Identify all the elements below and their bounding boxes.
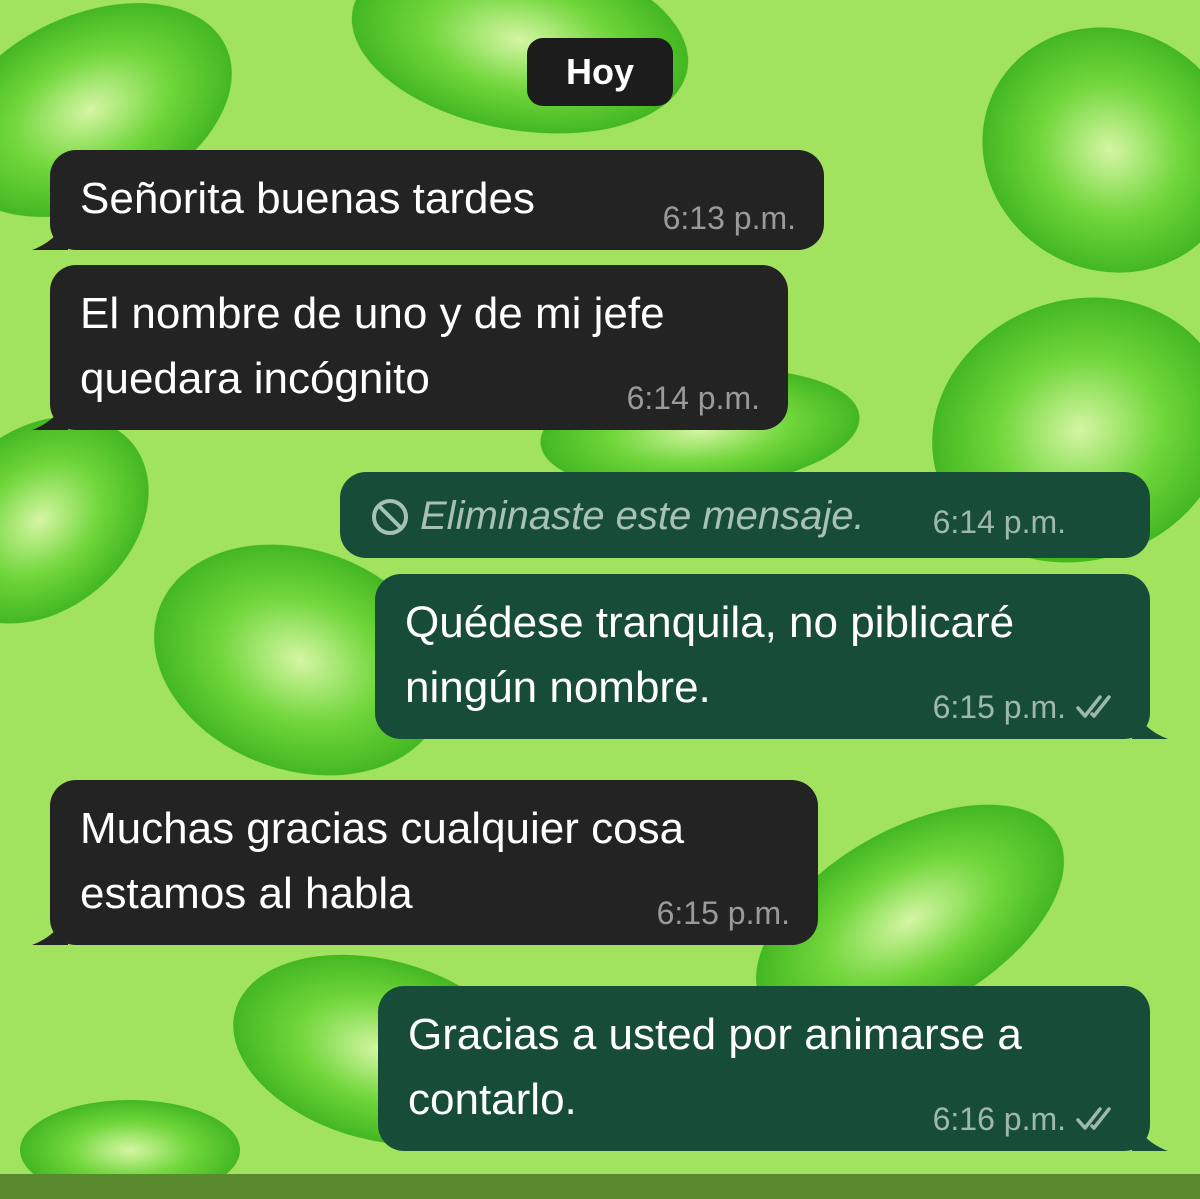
bubble-tail (1132, 1121, 1168, 1151)
message-meta: 6:14 p.m. (933, 504, 1066, 540)
message-meta: 6:13 p.m. (663, 200, 796, 236)
date-separator: Hoy (527, 38, 673, 106)
message-time: 6:16 p.m. (932, 1101, 1066, 1137)
bubble-tail (32, 915, 68, 945)
ban-icon (372, 498, 408, 535)
bubble-tail (32, 220, 68, 250)
double-check-icon (1076, 695, 1111, 718)
message-time: 6:13 p.m. (662, 200, 796, 236)
message-time: 6:15 p.m. (656, 895, 790, 931)
deleted-text: Eliminaste este mensaje. (420, 494, 865, 538)
message-meta: 6:15 p.m. (933, 689, 1122, 725)
message-time: 6:14 p.m. (626, 380, 760, 416)
message-time: 6:14 p.m. (932, 504, 1066, 540)
message-time: 6:15 p.m. (932, 689, 1066, 725)
message-meta: 6:15 p.m. (657, 895, 790, 931)
bubble-tail (32, 400, 68, 430)
incoming-message[interactable]: Señorita buenas tardes 6:13 p.m. (32, 150, 824, 250)
outgoing-message[interactable]: Quédese tranquila, no piblicaré ningún n… (375, 574, 1168, 739)
incoming-message[interactable]: Muchas gracias cualquier cosa estamos al… (32, 780, 818, 945)
message-meta: 6:16 p.m. (933, 1101, 1122, 1137)
bottom-strip (0, 1174, 1200, 1199)
bubble-tail (1132, 709, 1168, 739)
incoming-message[interactable]: El nombre de uno y de mi jefe quedara in… (32, 265, 788, 430)
outgoing-message[interactable]: Gracias a usted por animarse a contarlo.… (378, 986, 1168, 1151)
message-meta: 6:14 p.m. (627, 380, 760, 416)
deleted-message[interactable]: Eliminaste este mensaje. 6:14 p.m. (340, 472, 1150, 558)
double-check-icon (1076, 1107, 1111, 1130)
